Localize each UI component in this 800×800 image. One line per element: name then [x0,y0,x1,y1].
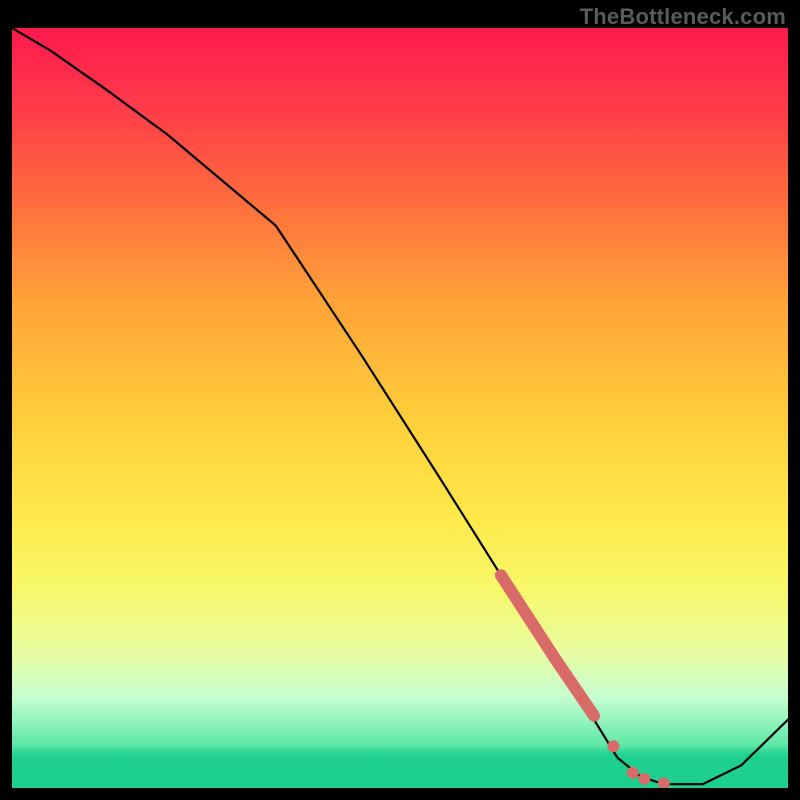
marker-dot [658,777,670,788]
marker-dot [638,773,650,785]
bottleneck-curve [12,28,788,784]
chart-svg [12,28,788,788]
watermark-text: TheBottleneck.com [580,4,786,30]
highlight-segment [501,575,594,716]
marker-dot [627,767,639,779]
plot-area [12,28,788,788]
chart-container: TheBottleneck.com [0,0,800,800]
highlight-dots [607,740,669,788]
marker-dot [607,740,619,752]
